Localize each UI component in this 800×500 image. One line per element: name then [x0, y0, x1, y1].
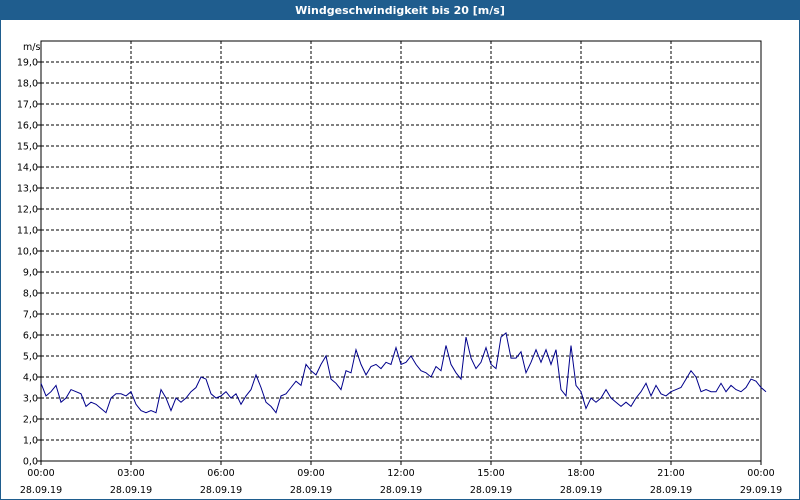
x-tick-time-label: 15:00	[477, 468, 504, 479]
x-tick-time-label: 03:00	[117, 468, 144, 479]
wind-speed-series-line	[40, 331, 767, 414]
y-tick-label: 12,0	[17, 205, 38, 216]
x-tick-date-label: 28.09.19	[290, 485, 332, 496]
y-tick-label: 3,0	[23, 394, 38, 405]
x-tick-date-label: 28.09.19	[380, 485, 422, 496]
wind-speed-chart: 0,0 1,0 2,0 3,0 4,0 5,0 6,0 7,0 8,0 9,0 10,0 11,0 12…	[17, 40, 782, 496]
y-tick-label: 7,0	[23, 310, 38, 321]
x-tick-date-label: 28.09.19	[200, 485, 242, 496]
x-tick-time-label: 21:00	[657, 468, 684, 479]
y-tick-label: 17,0	[17, 100, 38, 111]
y-tick-label: 8,0	[23, 289, 38, 300]
y-tick-label: 19,0	[17, 58, 38, 69]
y-tick-labels: 0,0 1,0 2,0 3,0 4,0 5,0 6,0 7,0 8,0 9,0 10,0 11,0 12…	[17, 58, 38, 468]
x-tick-date-label: 28.09.19	[650, 485, 692, 496]
x-tick-time-label: 18:00	[567, 468, 594, 479]
x-tick-time-label: 09:00	[297, 468, 324, 479]
x-tick-date-label: 29.09.19	[740, 485, 782, 496]
y-tick-label: 15,0	[17, 142, 38, 153]
x-tick-time-label: 12:00	[387, 468, 414, 479]
y-tick-label: 14,0	[17, 163, 38, 174]
y-tick-label: 9,0	[23, 268, 38, 279]
y-tick-label: 4,0	[23, 373, 38, 384]
x-tick-time-label: 00:00	[27, 468, 54, 479]
x-tick-time-label: 00:00	[747, 468, 774, 479]
x-tick-time-label: 06:00	[207, 468, 234, 479]
y-tick-label: 5,0	[23, 352, 38, 363]
y-tick-label: 0,0	[23, 457, 38, 468]
y-tick-label: 6,0	[23, 331, 38, 342]
y-tick-label: 13,0	[17, 184, 38, 195]
y-tick-label: 2,0	[23, 415, 38, 426]
chart-axes	[37, 40, 762, 465]
y-tick-label: 10,0	[17, 247, 38, 258]
y-tick-label: 16,0	[17, 121, 38, 132]
x-tick-date-label: 28.09.19	[560, 485, 602, 496]
data-series	[40, 331, 767, 414]
chart-grid	[41, 41, 761, 461]
x-tick-date-label: 28.09.19	[470, 485, 512, 496]
y-tick-label: 18,0	[17, 79, 38, 90]
x-tick-date-label: 28.09.19	[20, 485, 62, 496]
x-tick-labels: 00:00 28.09.19 03:00 28.09.19 06:00 28.09.19 0…	[20, 468, 782, 496]
y-tick-label: 11,0	[17, 226, 38, 237]
y-axis-unit-label: m/s	[23, 42, 40, 53]
x-tick-date-label: 28.09.19	[110, 485, 152, 496]
y-tick-label: 1,0	[23, 436, 38, 447]
chart-window: Windgeschwindigkeit bis 20 [m/s] 0,0 1,0 2…	[0, 0, 800, 500]
